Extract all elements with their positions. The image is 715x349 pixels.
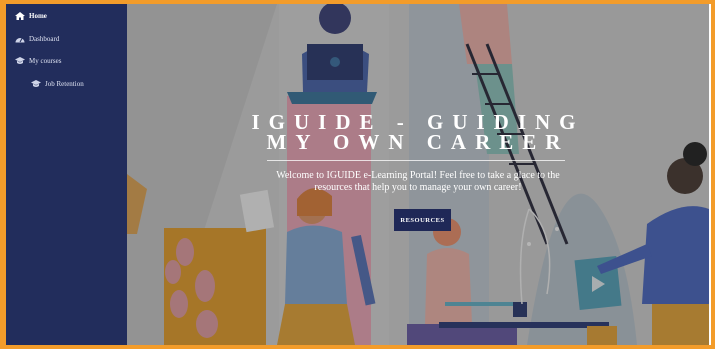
welcome-line1: Welcome to IGUIDE e-Learning Portal! Fee… (276, 170, 560, 181)
hero-title-line2: MY OWN CAREER (266, 130, 570, 154)
sidebar-item-label: Dashboard (29, 35, 60, 43)
graduation-cap-icon (31, 80, 41, 88)
sidebar-item-dashboard[interactable]: Dashboard (15, 35, 59, 43)
sidebar-item-my-courses[interactable]: My courses (15, 57, 61, 65)
sidebar-item-job-retention[interactable]: Job Retention (31, 80, 84, 88)
sidebar-item-label: Job Retention (45, 80, 84, 88)
hero-title-line1: IGUIDE - GUIDING (251, 110, 585, 134)
home-icon (15, 12, 25, 20)
hero-banner: IGUIDE - GUIDING MY OWN CAREER Welcome t… (127, 4, 709, 345)
sidebar: Home Dashboard My courses Job Retention (6, 4, 127, 345)
sidebar-item-label: Home (29, 12, 47, 20)
hero-divider (267, 160, 565, 161)
graduation-cap-icon (15, 57, 25, 65)
dashboard-icon (15, 35, 25, 43)
welcome-line2: resources that help you to manage your o… (314, 182, 522, 193)
sidebar-item-label: My courses (29, 57, 62, 65)
welcome-text: Welcome to IGUIDE e-Learning Portal! Fee… (247, 170, 589, 194)
resources-button[interactable]: RESOURCES (394, 209, 451, 231)
sidebar-item-home[interactable]: Home (15, 12, 47, 20)
